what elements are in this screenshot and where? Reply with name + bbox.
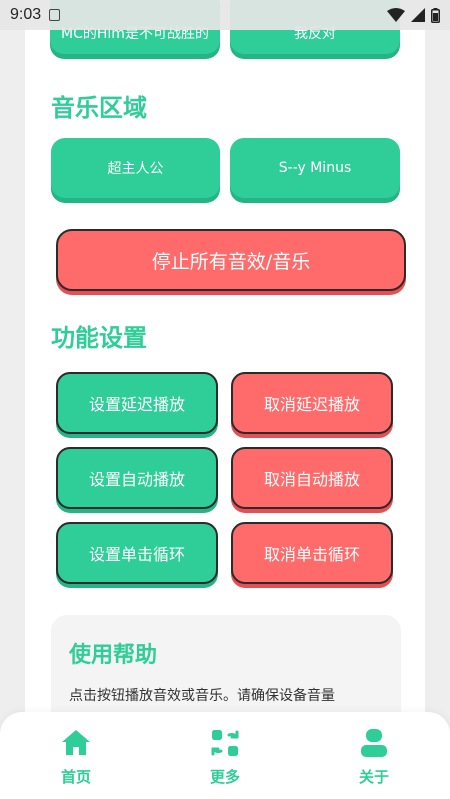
- signal-icon: [411, 8, 425, 22]
- nav-item-home[interactable]: 首页: [40, 712, 112, 799]
- cancel-click-loop-button[interactable]: 取消单击循环: [231, 522, 393, 584]
- stop-all-button[interactable]: 停止所有音效/音乐: [56, 229, 406, 291]
- music-button-label: 超主人公: [107, 161, 164, 177]
- set-click-loop-button[interactable]: 设置单击循环: [56, 522, 218, 584]
- music-button-superhero[interactable]: 超主人公: [51, 138, 220, 198]
- person-icon: [361, 729, 387, 757]
- bottom-nav: 首页 更多 关于: [0, 712, 450, 799]
- music-button-label: S--y Minus: [278, 160, 352, 176]
- help-text: 点击按钮播放音效或音乐。请确保设备音量: [69, 688, 335, 704]
- set-delay-play-button[interactable]: 设置延迟播放: [56, 372, 218, 434]
- button-label: 取消延迟播放: [263, 395, 360, 414]
- button-label: 设置自动播放: [88, 470, 185, 489]
- status-bar: 9:03: [0, 0, 450, 30]
- cancel-delay-play-button[interactable]: 取消延迟播放: [231, 372, 393, 434]
- music-button-s-y-minus[interactable]: S--y Minus: [230, 138, 400, 198]
- set-auto-play-button[interactable]: 设置自动播放: [56, 447, 218, 509]
- button-label: 取消自动播放: [263, 470, 360, 489]
- home-icon: [62, 730, 90, 755]
- apps-icon: [211, 730, 239, 756]
- button-label: 设置延迟播放: [88, 395, 185, 414]
- status-time: 9:03: [10, 6, 42, 23]
- nav-item-about[interactable]: 关于: [338, 712, 410, 799]
- battery-icon: [431, 7, 440, 23]
- button-label: 设置单击循环: [88, 545, 185, 564]
- status-icons: [387, 7, 440, 23]
- nav-label-home: 首页: [60, 768, 91, 786]
- stop-all-label: 停止所有音效/音乐: [151, 250, 311, 273]
- cancel-auto-play-button[interactable]: 取消自动播放: [231, 447, 393, 509]
- nav-label-about: 关于: [358, 768, 389, 786]
- nav-label-more: 更多: [209, 768, 240, 786]
- wifi-icon: [387, 8, 405, 22]
- help-title: 使用帮助: [69, 643, 158, 668]
- notification-icon: [49, 9, 61, 21]
- settings-section-title: 功能设置: [51, 324, 147, 352]
- button-label: 取消单击循环: [263, 545, 360, 564]
- music-section-title: 音乐区域: [51, 94, 147, 122]
- nav-item-more[interactable]: 更多: [189, 712, 261, 799]
